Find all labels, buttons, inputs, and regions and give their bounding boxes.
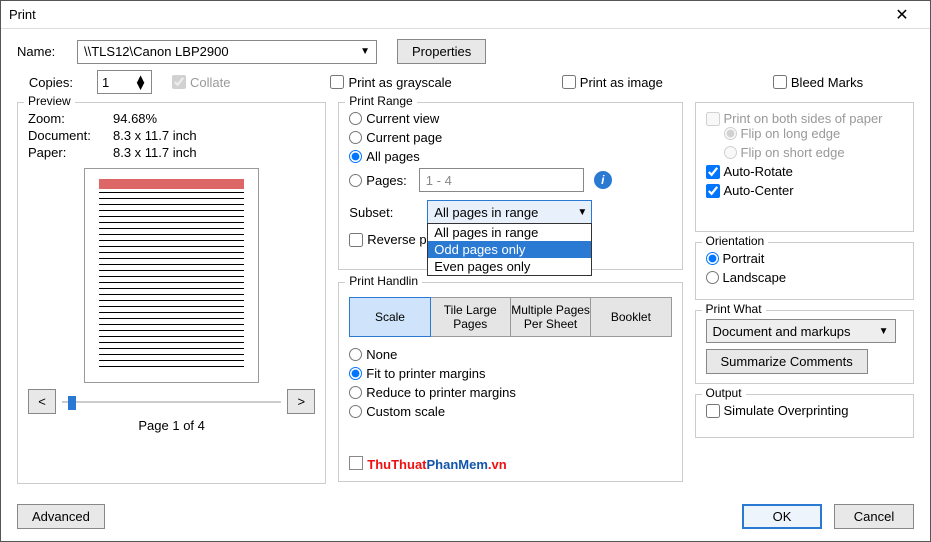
copies-value: 1 bbox=[102, 75, 109, 90]
print-dialog: Print ✕ Name: \\TLS12\Canon LBP2900 ▼ Pr… bbox=[0, 0, 931, 542]
zoom-value: 94.68% bbox=[113, 111, 157, 126]
properties-button[interactable]: Properties bbox=[397, 39, 486, 64]
tab-booklet[interactable]: Booklet bbox=[591, 297, 671, 337]
chevron-down-icon: ▼ bbox=[879, 326, 889, 337]
pages-input[interactable] bbox=[419, 168, 584, 192]
subset-option-all[interactable]: All pages in range bbox=[428, 224, 591, 241]
page-slider[interactable] bbox=[62, 393, 281, 411]
both-sides-checkbox: Print on both sides of paper bbox=[706, 111, 904, 126]
summarize-comments-button[interactable]: Summarize Comments bbox=[706, 349, 868, 374]
preview-legend: Preview bbox=[24, 94, 75, 108]
subset-dropdown: All pages in range Odd pages only Even p… bbox=[427, 223, 592, 276]
spinner-buttons[interactable]: ▲▼ bbox=[134, 75, 147, 89]
portrait-radio[interactable] bbox=[706, 252, 719, 265]
pages-radio[interactable] bbox=[349, 174, 362, 187]
advanced-button[interactable]: Advanced bbox=[17, 504, 105, 529]
copies-spinner[interactable]: 1 ▲▼ bbox=[97, 70, 152, 94]
output-group: Output Simulate Overprinting bbox=[695, 394, 915, 438]
subset-option-odd[interactable]: Odd pages only bbox=[428, 241, 591, 258]
print-what-group: Print What Document and markups ▼ Summar… bbox=[695, 310, 915, 384]
printer-select-value: \\TLS12\Canon LBP2900 bbox=[84, 44, 229, 59]
info-icon[interactable]: i bbox=[594, 171, 612, 189]
tab-tile[interactable]: Tile Large Pages bbox=[431, 297, 511, 337]
print-range-group: Print Range Current view Current page Al… bbox=[338, 102, 682, 270]
next-page-button[interactable]: > bbox=[287, 389, 315, 414]
chevron-down-icon: ▼ bbox=[577, 207, 587, 218]
chevron-down-icon: ▼ bbox=[360, 46, 370, 57]
auto-center-checkbox[interactable]: Auto-Center bbox=[706, 183, 904, 198]
scale-none-radio[interactable] bbox=[349, 348, 362, 361]
current-view-radio[interactable] bbox=[349, 112, 362, 125]
subset-option-even[interactable]: Even pages only bbox=[428, 258, 591, 275]
cancel-button[interactable]: Cancel bbox=[834, 504, 914, 529]
current-page-radio[interactable] bbox=[349, 131, 362, 144]
window-title: Print bbox=[9, 7, 882, 22]
watermark: ThuThuatPhanMem.vn bbox=[349, 449, 506, 475]
orientation-group: Orientation Portrait Landscape bbox=[695, 242, 915, 300]
simulate-overprinting-checkbox[interactable]: Simulate Overprinting bbox=[706, 403, 904, 418]
flip-short-radio bbox=[724, 146, 737, 159]
duplex-group: Print on both sides of paper Flip on lon… bbox=[695, 102, 915, 232]
tab-scale[interactable]: Scale bbox=[349, 297, 430, 337]
titlebar: Print ✕ bbox=[1, 1, 930, 29]
name-label: Name: bbox=[17, 44, 77, 59]
flip-long-radio bbox=[724, 127, 737, 140]
page-preview bbox=[84, 168, 259, 383]
print-as-image-checkbox[interactable]: Print as image bbox=[562, 75, 663, 90]
document-size: 8.3 x 11.7 inch bbox=[113, 128, 197, 143]
bleed-marks-checkbox[interactable]: Bleed Marks bbox=[773, 75, 863, 90]
tab-multiple[interactable]: Multiple Pages Per Sheet bbox=[511, 297, 591, 337]
prev-page-button[interactable]: < bbox=[28, 389, 56, 414]
collate-checkbox: Collate bbox=[172, 75, 230, 90]
scale-fit-radio[interactable] bbox=[349, 367, 362, 380]
scale-custom-radio[interactable] bbox=[349, 405, 362, 418]
all-pages-radio[interactable] bbox=[349, 150, 362, 163]
print-what-select[interactable]: Document and markups ▼ bbox=[706, 319, 896, 343]
printer-select[interactable]: \\TLS12\Canon LBP2900 ▼ bbox=[77, 40, 377, 64]
ok-button[interactable]: OK bbox=[742, 504, 822, 529]
print-handling-group: Print Handlin Scale Tile Large Pages Mul… bbox=[338, 282, 682, 482]
subset-combo[interactable]: All pages in range ▼ bbox=[427, 200, 592, 224]
scale-reduce-radio[interactable] bbox=[349, 386, 362, 399]
copies-label: Copies: bbox=[17, 75, 77, 90]
preview-group: Preview Zoom:94.68% Document:8.3 x 11.7 … bbox=[17, 102, 326, 484]
close-button[interactable]: ✕ bbox=[882, 3, 922, 27]
page-status: Page 1 of 4 bbox=[28, 418, 315, 433]
paper-size: 8.3 x 11.7 inch bbox=[113, 145, 197, 160]
landscape-radio[interactable] bbox=[706, 271, 719, 284]
auto-rotate-checkbox[interactable]: Auto-Rotate bbox=[706, 164, 904, 179]
grayscale-checkbox[interactable]: Print as grayscale bbox=[330, 75, 451, 90]
